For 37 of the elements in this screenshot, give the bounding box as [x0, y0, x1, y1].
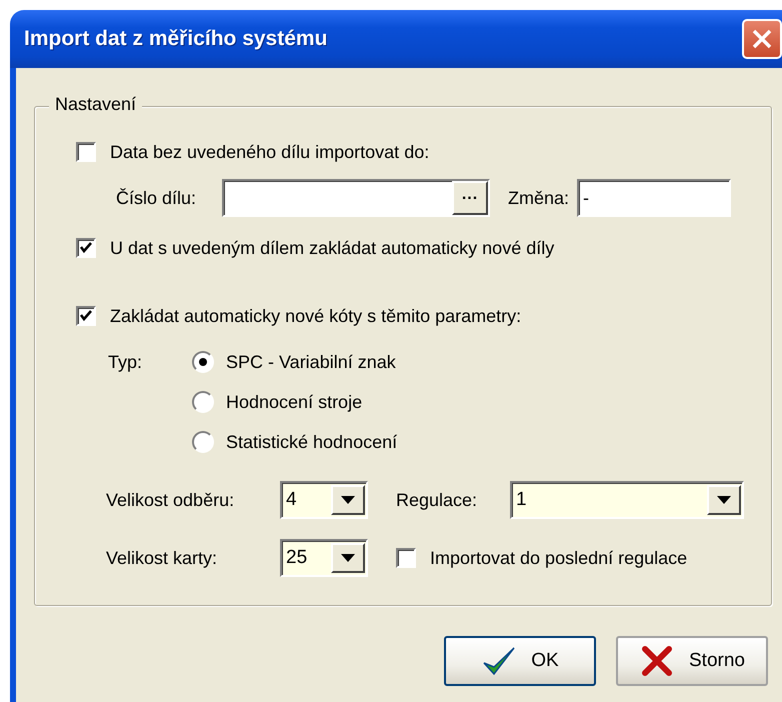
dropdown[interactable]: 4 — [280, 481, 368, 519]
dropdown-arrow-icon[interactable] — [717, 496, 731, 504]
dropdown-arrow-icon[interactable] — [341, 496, 355, 504]
dropdown-label: Regulace: — [396, 490, 478, 510]
type-label: Typ: — [108, 351, 144, 374]
checkbox-label[interactable]: Importovat do poslední regulace — [430, 548, 688, 568]
close-button[interactable] — [742, 19, 782, 59]
input-field[interactable]: ... — [222, 179, 490, 217]
dropdown-arrow-icon[interactable] — [341, 554, 355, 562]
radio-label[interactable]: SPC - Variabilní znak — [226, 352, 396, 372]
field-label: Změna: — [508, 188, 570, 208]
radio-button[interactable] — [192, 351, 214, 373]
close-icon[interactable] — [751, 28, 773, 50]
radio-button[interactable] — [192, 431, 214, 453]
input-field[interactable]: - — [577, 179, 732, 217]
dropdown-label: Velikost karty: — [106, 548, 218, 568]
checkbox[interactable] — [76, 306, 96, 326]
radio-button[interactable] — [192, 391, 214, 413]
checkmark-icon — [79, 309, 93, 323]
radio-label[interactable]: Hodnocení stroje — [226, 392, 362, 412]
dropdown-label: Velikost odběru: — [106, 490, 236, 510]
browse-button[interactable]: ... — [452, 181, 488, 215]
radio-label[interactable]: Statistické hodnocení — [226, 432, 398, 452]
checkbox-label[interactable]: U dat s uvedeným dílem zakládat automaticky nové díly — [110, 238, 554, 258]
checkbox[interactable] — [76, 142, 96, 162]
dropdown[interactable]: 25 — [280, 539, 368, 577]
checkbox-label[interactable]: Zakládat automaticky nové kóty s těmito parametry: — [110, 306, 522, 326]
checkbox-label[interactable]: Data bez uvedeného dílu importovat do: — [110, 142, 430, 162]
cancel-button[interactable]: Storno — [616, 636, 768, 686]
checkbox[interactable] — [396, 548, 416, 568]
checkbox[interactable] — [76, 238, 96, 258]
ok-button[interactable]: OK — [444, 636, 596, 686]
window-title: Import dat z měřicího systému — [24, 27, 328, 51]
checkmark-icon — [79, 241, 93, 255]
cross-icon — [639, 643, 675, 679]
field-label: Číslo dílu: — [116, 188, 198, 208]
dropdown[interactable]: 1 — [510, 481, 744, 519]
